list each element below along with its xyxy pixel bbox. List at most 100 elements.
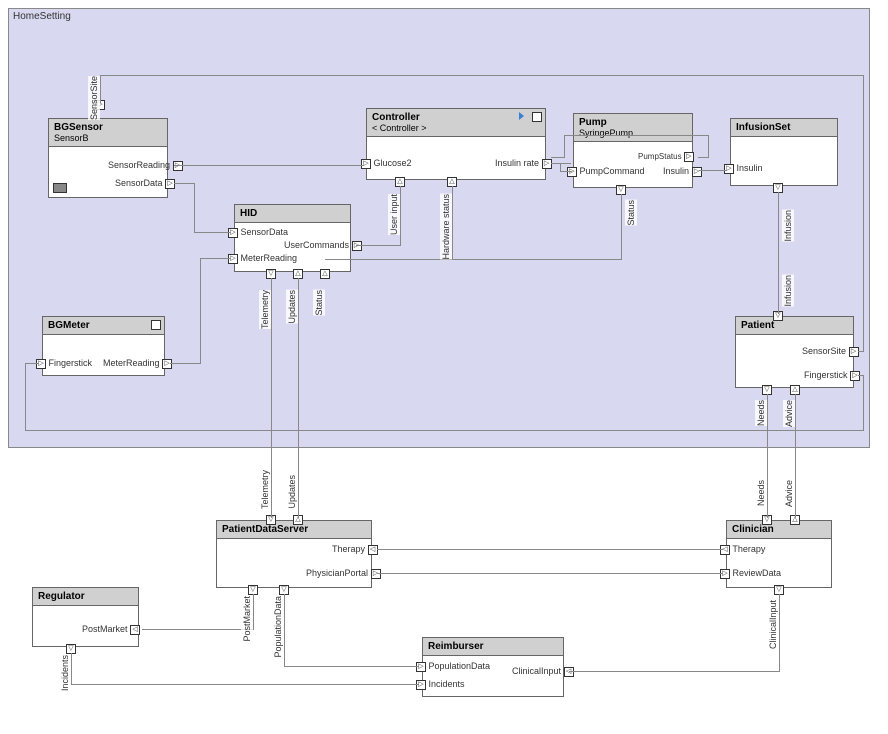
- conn-pumpstatus-h: [698, 157, 708, 158]
- conn-insulinrate-pumpcommand2: [560, 171, 572, 172]
- conn-meter-v: [200, 258, 201, 364]
- bgsensor-title: BGSensor: [54, 122, 103, 133]
- label-postmarket: PostMarket: [241, 596, 253, 642]
- clinician-header: Clinician: [727, 521, 831, 539]
- clinician-title: Clinician: [732, 524, 774, 535]
- port-clinician-reviewdata: ▷ ReviewData: [720, 568, 781, 579]
- patient-header: Patient: [736, 317, 853, 335]
- conn-meter-h2: [200, 258, 231, 259]
- port-hid-usercommands: UserCommands ▷: [284, 240, 362, 251]
- conn-fingerstick-v: [863, 375, 864, 430]
- conn-sensorsite-v: [863, 75, 864, 352]
- conn-incidents-v: [71, 653, 72, 684]
- label-incidents: Incidents: [59, 655, 71, 691]
- port-reimburser-popdata: ▷ PopulationData: [416, 661, 490, 672]
- reimburser-title: Reimburser: [428, 641, 484, 652]
- conn-popdata-h: [284, 666, 419, 667]
- conn-postmarket-v: [253, 594, 254, 629]
- label-infusion2: Infusion: [782, 275, 794, 307]
- label-needs1: Needs: [755, 400, 767, 426]
- pump-sub: SyringePump: [579, 128, 687, 138]
- port-bgmeter-fingerstick: ▷ Fingerstick: [36, 358, 92, 369]
- port-infusionset-insulin: ▷ Insulin: [724, 163, 763, 174]
- conn-clinicalinput-h: [569, 671, 780, 672]
- port-pds-therapy: Therapy ◁: [332, 544, 378, 555]
- conn-pumpstatus-v2: [564, 135, 565, 157]
- bgmeter-title: BGMeter: [48, 320, 90, 331]
- controller-header: Controller < Controller >: [367, 109, 545, 137]
- conn-pump-infusion: [699, 170, 727, 171]
- port-regulator-postmarket: PostMarket ◁: [82, 624, 140, 635]
- port-reimburser-clinicalinput: ClinicalInput ◁: [512, 666, 574, 677]
- controller-ref: < Controller >: [372, 123, 540, 133]
- label-sensorsite: SensorSite: [88, 76, 100, 120]
- infusionset-title: InfusionSet: [736, 122, 790, 133]
- port-bgsensor-sensorreading: SensorReading ▷: [108, 160, 183, 171]
- port-controller-glucose2: ▷ Glucose2: [361, 158, 412, 169]
- conn-pumpstatus2-h: [453, 259, 622, 260]
- conn-pumpstatus-h3: [551, 157, 565, 158]
- arrow-icon: [519, 112, 529, 122]
- conn-telemetry-v: [271, 278, 272, 518]
- conn-hwstatus-v: [452, 186, 453, 259]
- pds-title: PatientDataServer: [222, 524, 308, 535]
- conn-needs-v: [767, 394, 768, 518]
- pump-block[interactable]: Pump SyringePump: [573, 113, 693, 188]
- port-pump-pumpstatus: PumpStatus ▷: [638, 152, 694, 162]
- port-hid-status: △: [320, 268, 330, 279]
- conn-updates-v: [298, 278, 299, 518]
- label-userinput: User input: [388, 194, 400, 235]
- conn-sensordata-v: [194, 183, 195, 232]
- hid-header: HID: [235, 205, 350, 223]
- infusionset-header: InfusionSet: [731, 119, 837, 137]
- label-clinicalinput: ClinicalInput: [767, 600, 779, 649]
- conn-fingerstick-h2: [25, 430, 864, 431]
- conn-infusion-v: [778, 192, 779, 314]
- bgsensor-header: BGSensor SensorB: [49, 119, 167, 147]
- conn-sensordata-h: [174, 183, 194, 184]
- label-popdata: PopulationData: [272, 596, 284, 658]
- pump-header: Pump SyringePump: [574, 114, 692, 142]
- port-bgmeter-meterreading: MeterReading ▷: [103, 358, 172, 369]
- regulator-title: Regulator: [38, 591, 85, 602]
- port-pds-physportal: PhysicianPortal ▷: [306, 568, 381, 579]
- regulator-header: Regulator: [33, 588, 138, 606]
- conn-hwstatus-h: [325, 259, 453, 260]
- conn-pumpstatus-v: [708, 135, 709, 158]
- reimburser-header: Reimburser: [423, 638, 563, 656]
- conn-popdata-v: [284, 594, 285, 666]
- pump-title: Pump: [579, 117, 607, 128]
- conn-insulinrate-pumpcommand-v: [560, 163, 561, 171]
- conn-advice-v: [795, 394, 796, 518]
- conn-usercmd-v: [400, 186, 401, 246]
- conn-sensorreading-glucose2: [174, 165, 364, 166]
- port-patient-fingerstick: Fingerstick ▷: [804, 370, 860, 381]
- label-infusion1: Infusion: [782, 210, 794, 242]
- conn-insulinrate-pumpcommand: [551, 163, 571, 164]
- conn-usercmd-h: [356, 245, 400, 246]
- conn-fingerstick-h3: [25, 363, 39, 364]
- port-hid-meterreading: ▷ MeterReading: [228, 253, 297, 264]
- regulator-block[interactable]: Regulator: [32, 587, 139, 647]
- conn-pumpstatus-h2: [564, 135, 709, 136]
- label-telemetry2: Telemetry: [259, 470, 271, 509]
- bgmeter-header: BGMeter: [43, 317, 164, 335]
- label-updates1: Updates: [286, 290, 298, 324]
- port-patient-sensorsite: SensorSite ▷: [802, 346, 859, 357]
- controller-title: Controller: [372, 112, 420, 123]
- conn-therapy-h: [377, 549, 723, 550]
- port-pump-pumpcommand: ▷ PumpCommand: [567, 166, 645, 177]
- conn-meter-h: [170, 363, 200, 364]
- conn-clinicalinput-v: [779, 594, 780, 671]
- conn-pumpstatus2-v: [621, 194, 622, 259]
- controller-block[interactable]: Controller < Controller >: [366, 108, 546, 180]
- port-bgsensor-sensordata: SensorData ▷: [115, 178, 175, 189]
- port-hid-sensordata: ▷ SensorData: [228, 227, 288, 238]
- conn-postmarket-h: [142, 629, 254, 630]
- label-hwstatus: Hardware status: [440, 194, 452, 260]
- port-pump-insulin: Insulin ▷: [663, 166, 702, 177]
- label-status-hid: Status: [313, 290, 325, 316]
- label-updates2: Updates: [286, 475, 298, 509]
- infusionset-block[interactable]: InfusionSet: [730, 118, 838, 186]
- patient-title: Patient: [741, 320, 774, 331]
